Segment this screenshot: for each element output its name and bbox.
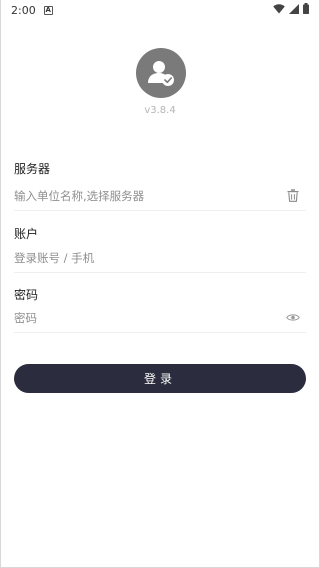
status-time: 2:00: [11, 3, 36, 17]
password-input[interactable]: [14, 310, 284, 325]
signal-icon: [289, 3, 299, 17]
password-row: [14, 303, 306, 333]
status-bar: 2:00 A: [1, 0, 319, 20]
notification-icon: A: [43, 5, 53, 15]
login-button[interactable]: 登录: [14, 364, 306, 393]
user-avatar-icon: [136, 48, 186, 98]
battery-icon: [303, 3, 309, 17]
wifi-icon: [273, 3, 285, 17]
server-label: 服务器: [14, 162, 51, 176]
eye-icon[interactable]: [284, 309, 302, 327]
password-label: 密码: [14, 288, 39, 302]
app-version: v3.8.4: [144, 105, 176, 116]
delete-icon[interactable]: [284, 187, 302, 205]
login-screen: 2:00 A v3.8.4 服务器 输入单位名称,选择服务器 账户 登录账号 /…: [0, 0, 320, 568]
account-row: [14, 243, 306, 273]
status-icons: [273, 3, 309, 17]
account-input[interactable]: [14, 250, 306, 265]
server-row: [14, 181, 306, 211]
account-label: 账户: [14, 227, 39, 241]
server-input[interactable]: [14, 188, 284, 203]
